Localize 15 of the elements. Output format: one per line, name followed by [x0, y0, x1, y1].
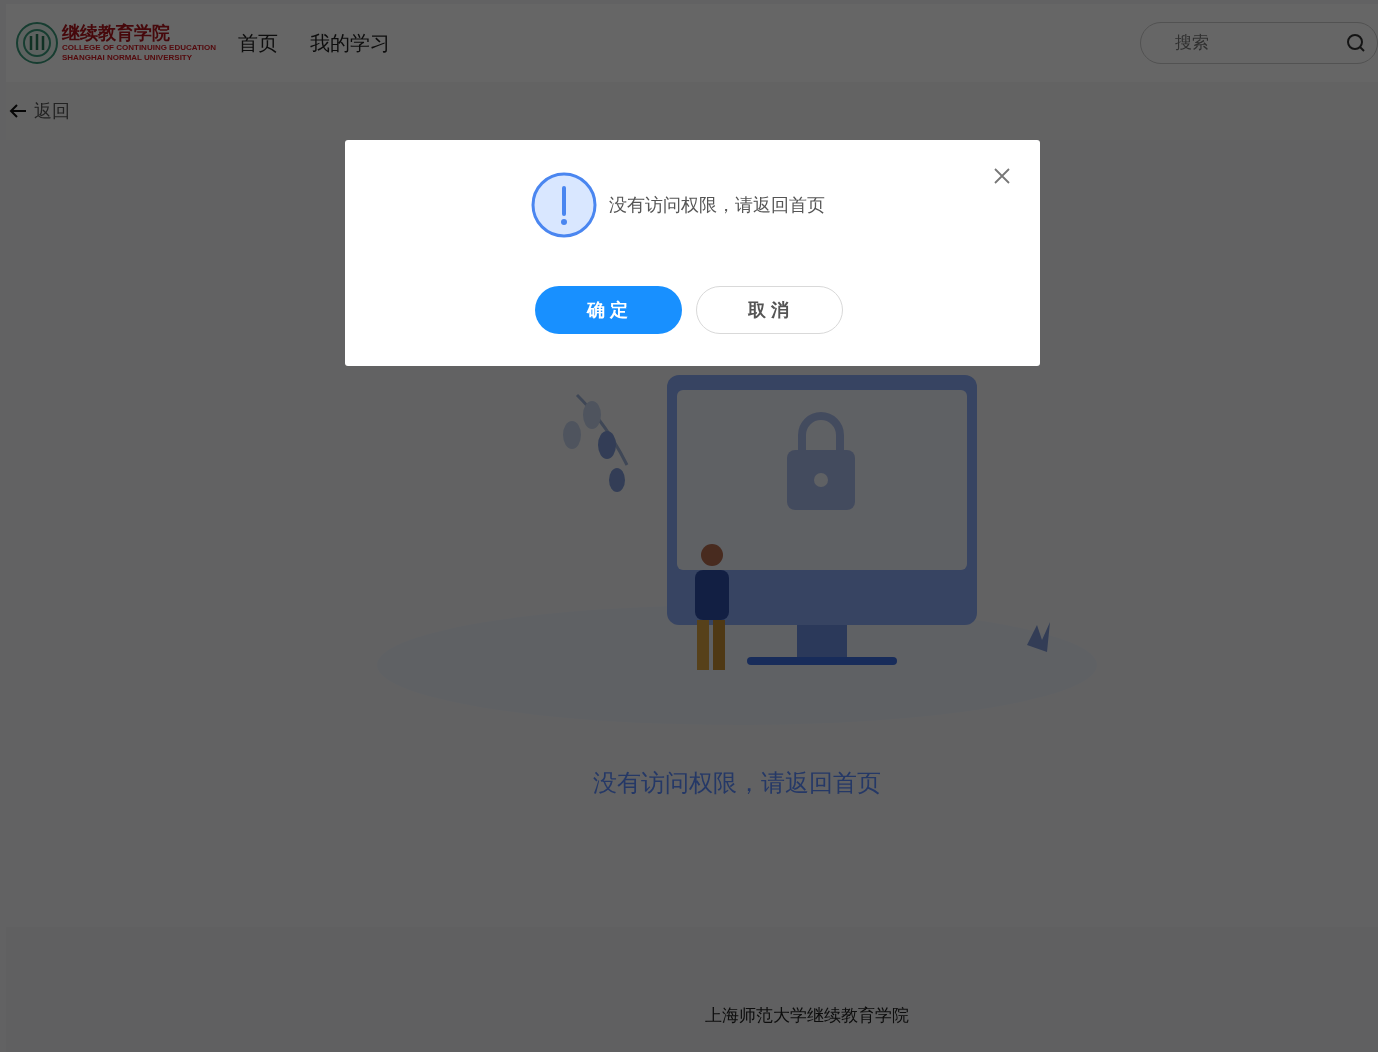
- back-link[interactable]: 返回: [8, 97, 70, 125]
- nav-link[interactable]: 我的学习: [310, 28, 390, 58]
- college-emblem-icon: [16, 22, 58, 64]
- nav-link[interactable]: 首页: [238, 28, 278, 58]
- close-icon[interactable]: [992, 166, 1012, 186]
- dialog-message: 没有访问权限，请返回首页: [608, 193, 825, 217]
- footer-text: 上海师范大学继续教育学院: [705, 1004, 909, 1027]
- search-icon[interactable]: [1346, 33, 1366, 53]
- college-english-name: COLLEGE OF CONTINUING EDUCATION: [62, 44, 217, 52]
- exclamation-icon: [530, 172, 597, 238]
- no-permission-message: 没有访问权限，请返回首页: [593, 768, 881, 798]
- college-name: 继续教育学院: [62, 24, 171, 42]
- university-english-name: SHANGHAI NORMAL UNIVERSITY: [62, 54, 194, 62]
- confirm-button[interactable]: 确 定: [534, 286, 682, 334]
- cancel-button[interactable]: 取 消: [695, 286, 843, 334]
